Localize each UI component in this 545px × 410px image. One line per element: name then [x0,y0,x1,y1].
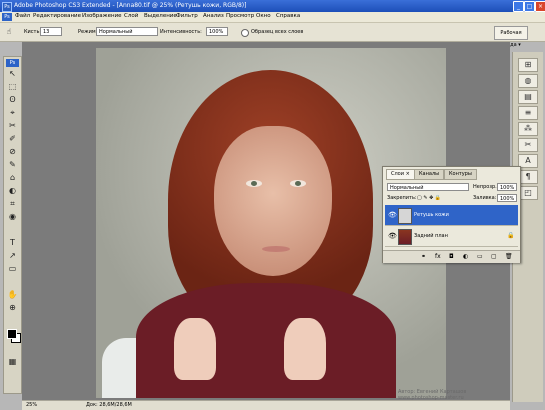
history-panel-icon[interactable]: ≡ [518,106,538,120]
tab-layers[interactable]: Слои × [386,169,415,180]
navigator-panel-icon[interactable]: ⊞ [518,58,538,72]
toolbox: Ps ↖ ⬚ ʘ ⌖ ✂ ✐ ⊘ ✎ ⌂ ◐ ⌗ ◉ T ↗ ▭ ✋ ⊕ ▦ [3,56,22,394]
hand-tool-icon[interactable]: ✋ [7,290,18,300]
swatches-panel-icon[interactable]: ▤ [518,90,538,104]
healing-brush-tool-icon[interactable]: ⊘ [7,147,18,157]
layers-panel: Слои × Каналы Контуры Нормальный Непрозр… [382,166,521,263]
paragraph-panel-icon[interactable]: ¶ [518,170,538,184]
type-tool-icon[interactable]: T [7,238,18,248]
layer-name: Задний план [414,233,448,239]
photoshop-menu-icon[interactable]: Ps [2,13,12,21]
menu-analysis[interactable]: Анализ [203,13,224,19]
mode-select[interactable]: Нормальный [96,27,158,36]
photo-left-hand [174,318,216,380]
shape-tool-icon[interactable]: ▭ [7,264,18,274]
menu-filter[interactable]: Фильтр [176,13,198,19]
zoom-tool-icon[interactable]: ⊕ [7,303,18,313]
layer-row-retouch[interactable]: 👁 Ретушь кожи [385,205,518,226]
lock-icon: 🔒 [507,232,515,239]
photo-right-hand [284,318,326,380]
menu-image[interactable]: Изображение [82,13,122,19]
lock-icons[interactable]: ▢ ✎ ✥ 🔒 [417,195,441,201]
tab-paths[interactable]: Контуры [444,169,477,180]
brush-tool-icon[interactable]: ✎ [7,160,18,170]
workspace-button[interactable]: Рабочая среда ▾ [494,26,528,48]
menu-bar: Ps Файл Редактирование Изображение Слой … [0,12,545,23]
stamp-tool-icon[interactable]: ⌂ [7,173,18,183]
sample-all-label: Образец всех слоев [251,29,304,35]
link-layers-icon[interactable]: ⚭ [421,253,426,260]
layer-row-background[interactable]: 👁 Задний план 🔒 [385,226,518,247]
trash-icon[interactable]: 🗑 [505,253,513,260]
opacity-input[interactable]: 100% [497,183,517,191]
blend-mode-select[interactable]: Нормальный [387,183,469,191]
color-panel-icon[interactable]: ◍ [518,74,538,88]
window-title: Adobe Photoshop CS3 Extended - [Anna80.t… [14,2,247,9]
strength-label: Интенсивность: [160,29,202,35]
lasso-tool-icon[interactable]: ʘ [7,95,18,105]
sample-all-checkbox[interactable] [241,29,249,37]
fill-label: Заливка: [473,195,497,201]
layer-thumbnail [398,229,412,245]
crop-tool-icon[interactable]: ✂ [7,121,18,131]
minimize-button[interactable]: _ [513,1,524,12]
layer-mask-icon[interactable]: ◘ [449,253,454,260]
maximize-button[interactable]: □ [524,1,535,12]
gradient-tool-icon[interactable]: ◉ [7,212,18,222]
toolbox-logo-icon: Ps [6,59,19,67]
history-brush-tool-icon[interactable]: ◐ [7,186,18,196]
options-bar: ☝ Кисть: 13 Режим: Нормальный Интенсивно… [0,23,545,48]
menu-window[interactable]: Окно [256,13,271,19]
smudge-tool-icon[interactable]: ☝ [4,27,14,37]
tool-presets-panel-icon[interactable]: ✂ [518,138,538,152]
new-layer-icon[interactable]: ▢ [491,253,497,260]
photo-face [214,126,332,276]
new-group-icon[interactable]: ▭ [477,253,483,260]
menu-file[interactable]: Файл [15,13,30,19]
document-size: Док: 28,6M/28,6M [86,402,132,408]
visibility-eye-icon[interactable]: 👁 [388,211,397,219]
visibility-eye-icon[interactable]: 👁 [388,232,397,240]
brush-label: Кисть: [24,29,42,35]
tab-channels[interactable]: Каналы [414,169,445,180]
menu-help[interactable]: Справка [276,13,300,19]
zoom-level[interactable]: 25% [26,402,37,408]
brush-size-select[interactable]: 13 [40,27,62,36]
photo-right-eye [290,180,306,187]
character-panel-icon[interactable]: A [518,154,538,168]
move-tool-icon[interactable]: ↖ [7,69,18,79]
actions-panel-icon[interactable]: ⁂ [518,122,538,136]
eraser-tool-icon[interactable]: ⌗ [7,199,18,209]
mode-label: Режим: [78,29,98,35]
photo-left-eye [246,180,262,187]
adjustment-layer-icon[interactable]: ◐ [463,253,468,260]
fill-input[interactable]: 100% [497,194,517,202]
title-bar: Ps Adobe Photoshop CS3 Extended - [Anna8… [0,0,545,12]
photoshop-logo-icon: Ps [2,2,12,12]
opacity-label: Непрозр.: [473,184,499,190]
menu-edit[interactable]: Редактирование [33,13,81,19]
path-selection-tool-icon[interactable]: ↗ [7,251,18,261]
marquee-tool-icon[interactable]: ⬚ [7,82,18,92]
magic-wand-tool-icon[interactable]: ⌖ [7,108,18,118]
layer-style-icon[interactable]: fx [435,253,441,260]
photo-mouth [262,246,290,252]
eyedropper-tool-icon[interactable]: ✐ [7,134,18,144]
menu-view[interactable]: Просмотр [226,13,254,19]
layer-thumbnail [398,208,412,224]
strength-input[interactable]: 100% [206,27,228,36]
foreground-color-swatch[interactable] [7,329,17,339]
layer-comps-panel-icon[interactable]: ◰ [518,186,538,200]
lock-label: Закрепить: [387,195,417,201]
quick-mask-icon[interactable]: ▦ [7,357,18,367]
layers-panel-toolbar: ⚭ fx ◘ ◐ ▭ ▢ 🗑 [383,250,520,263]
close-button[interactable]: × [535,1,545,12]
menu-layer[interactable]: Слой [124,13,138,19]
menu-select[interactable]: Выделение [144,13,177,19]
layer-name: Ретушь кожи [414,212,449,218]
